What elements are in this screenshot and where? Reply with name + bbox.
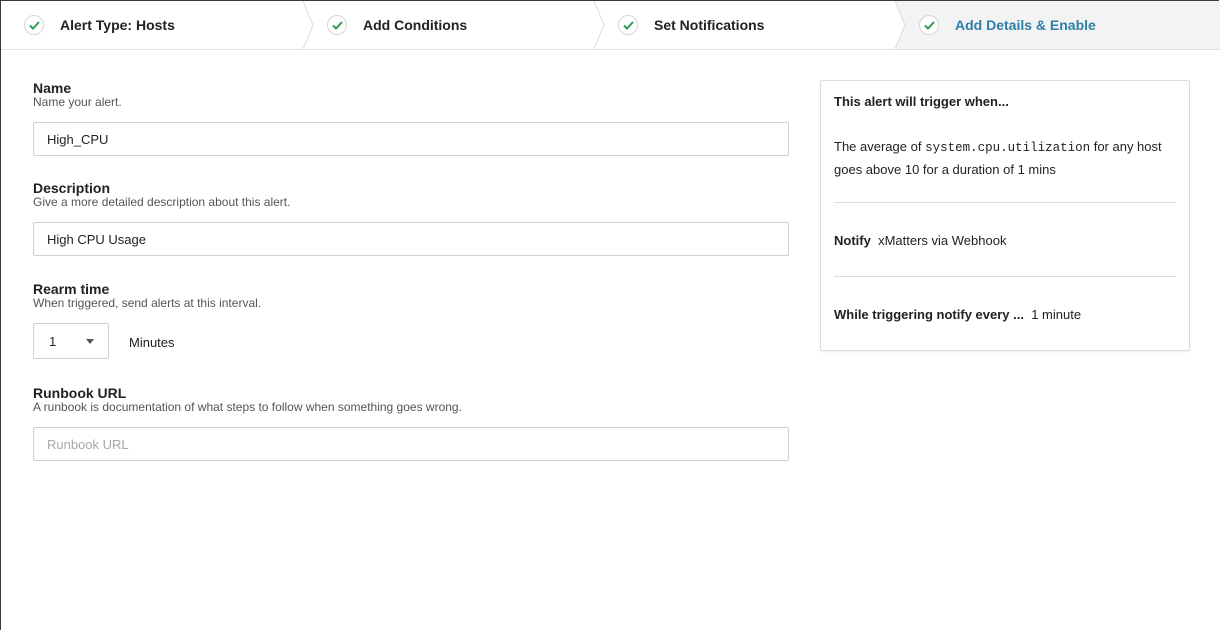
summary-repeat: While triggering notify every ... 1 minu… bbox=[834, 307, 1081, 322]
step-separator bbox=[895, 1, 906, 49]
step-set-notifications[interactable]: Set Notifications bbox=[606, 1, 895, 49]
name-title: Name bbox=[33, 80, 72, 96]
summary-notify: Notify xMatters via Webhook bbox=[834, 233, 1006, 248]
step-label: Add Conditions bbox=[363, 17, 468, 33]
notify-value: xMatters via Webhook bbox=[878, 233, 1007, 248]
check-icon bbox=[24, 15, 44, 35]
notify-label: Notify bbox=[834, 233, 871, 248]
repeat-value: 1 minute bbox=[1031, 307, 1082, 322]
name-input[interactable] bbox=[33, 122, 789, 156]
rearm-title: Rearm time bbox=[33, 281, 110, 297]
runbook-help: A runbook is documentation of what steps… bbox=[33, 400, 462, 414]
description-input[interactable] bbox=[33, 222, 789, 256]
check-icon bbox=[327, 15, 347, 35]
metric-name: system.cpu.utilization bbox=[925, 141, 1091, 155]
description-help: Give a more detailed description about t… bbox=[33, 195, 291, 209]
rearm-interval-select[interactable]: 1 bbox=[33, 323, 109, 359]
name-help: Name your alert. bbox=[33, 95, 122, 109]
step-alert-type[interactable]: Alert Type: Hosts bbox=[1, 1, 303, 49]
step-label: Add Details & Enable bbox=[955, 17, 1096, 33]
step-add-conditions[interactable]: Add Conditions bbox=[315, 1, 594, 49]
divider bbox=[834, 276, 1176, 277]
runbook-title: Runbook URL bbox=[33, 385, 127, 401]
rearm-help: When triggered, send alerts at this inte… bbox=[33, 296, 262, 310]
step-label: Alert Type: Hosts bbox=[60, 17, 175, 33]
summary-title: This alert will trigger when... bbox=[834, 94, 1009, 109]
divider bbox=[834, 202, 1176, 203]
description-title: Description bbox=[33, 180, 111, 196]
step-add-details[interactable]: Add Details & Enable bbox=[895, 1, 1220, 49]
step-label: Set Notifications bbox=[654, 17, 765, 33]
chevron-down-icon bbox=[86, 339, 94, 344]
alert-summary-panel: This alert will trigger when... The aver… bbox=[820, 80, 1190, 351]
condition-prefix: The average of bbox=[834, 139, 926, 154]
runbook-url-input[interactable] bbox=[33, 427, 789, 461]
check-icon bbox=[618, 15, 638, 35]
rearm-selected-value: 1 bbox=[49, 333, 57, 349]
repeat-label: While triggering notify every ... bbox=[834, 307, 1024, 322]
check-icon bbox=[919, 15, 939, 35]
rearm-unit-label: Minutes bbox=[129, 335, 175, 350]
summary-condition: The average of system.cpu.utilization fo… bbox=[834, 136, 1179, 180]
wizard-stepper: Alert Type: Hosts Add Conditions Set Not… bbox=[1, 1, 1220, 50]
